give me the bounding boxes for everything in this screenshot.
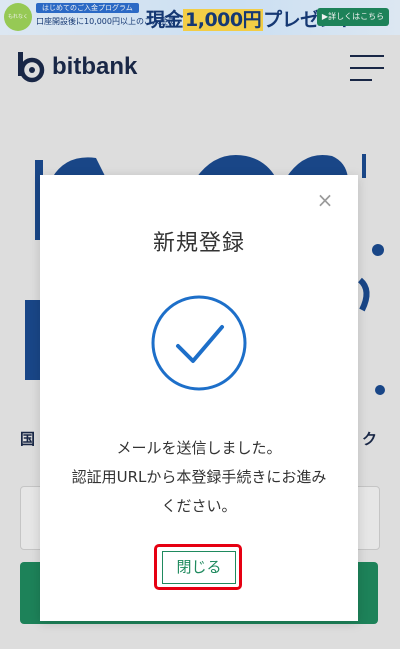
modal-message: メールを送信しました。 認証用URLから本登録手続きにお進み ください。 bbox=[40, 434, 358, 521]
modal-message-line3: ください。 bbox=[161, 497, 237, 515]
close-button[interactable]: 閉じる bbox=[162, 551, 236, 584]
close-icon[interactable]: × bbox=[316, 190, 334, 210]
modal-message-line1: メールを送信しました。 bbox=[116, 439, 282, 457]
registration-modal: × 新規登録 メールを送信しました。 認証用URLから本登録手続きにお進み くだ… bbox=[40, 175, 358, 621]
modal-message-line2: 認証用URLから本登録手続きにお進み bbox=[71, 468, 327, 486]
modal-title: 新規登録 bbox=[152, 231, 245, 256]
check-circle-icon bbox=[150, 294, 248, 392]
